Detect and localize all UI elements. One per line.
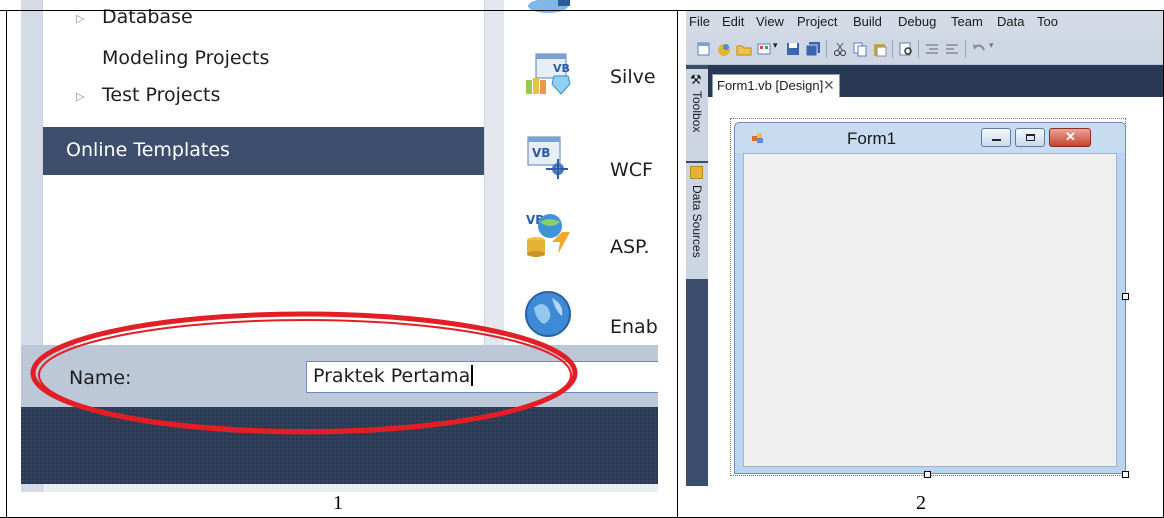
table-border-top: [0, 10, 1164, 11]
caption-1: 1: [333, 492, 343, 514]
table-border-middle: [677, 10, 678, 518]
caption-2: 2: [916, 492, 926, 514]
table-border-left: [6, 10, 7, 518]
figure-table: [0, 0, 1164, 518]
